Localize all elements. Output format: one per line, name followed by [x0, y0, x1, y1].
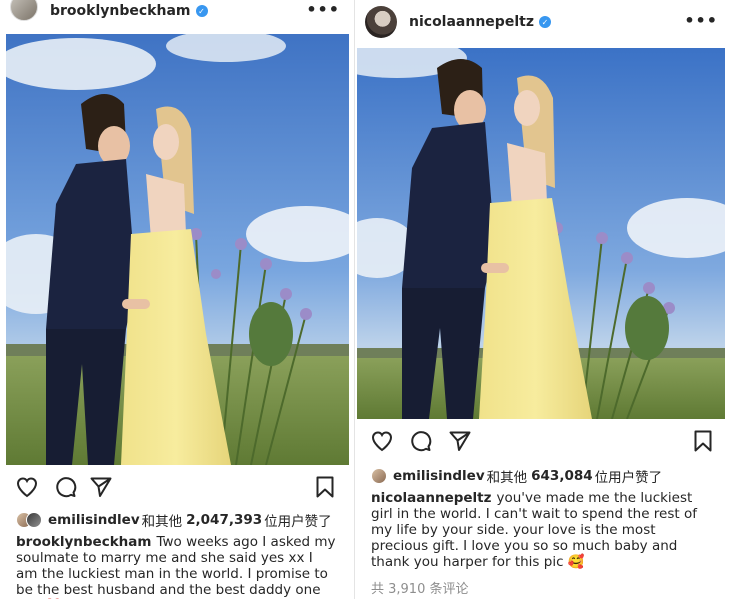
liked-by-user[interactable]: emilisindlev [48, 512, 140, 528]
likes-summary: emilisindlev 和其他 643,084 位用户赞了 [371, 466, 662, 486]
liked-by-user[interactable]: emilisindlev [393, 468, 485, 484]
liker-avatars [371, 468, 387, 484]
heart-icon[interactable] [14, 474, 40, 500]
likes-prefix: 和其他 [141, 514, 183, 530]
share-icon[interactable] [88, 474, 114, 500]
verified-badge-icon: ✓ [195, 5, 208, 17]
bookmark-icon[interactable] [690, 428, 716, 454]
avatar [371, 468, 387, 484]
heart-icon[interactable] [369, 428, 395, 454]
caption-username[interactable]: nicolaannepeltz [371, 490, 492, 506]
comment-icon[interactable] [407, 428, 433, 454]
post-nicola: nicolaannepeltz ✓ ••• emilisindlev 和其他 6… [354, 0, 730, 599]
post-photo[interactable] [6, 34, 349, 465]
caption-username[interactable]: brooklynbeckham [16, 534, 151, 550]
share-icon[interactable] [447, 428, 473, 454]
post-caption: nicolaannepeltz you've made me the luckie… [371, 490, 716, 570]
username[interactable]: nicolaannepeltz [409, 14, 534, 30]
comment-icon[interactable] [52, 474, 78, 500]
avatar[interactable] [10, 0, 38, 21]
avatar[interactable] [365, 6, 397, 38]
liker-avatars [16, 512, 42, 528]
view-comments-link[interactable]: 共 3,910 条评论 [371, 578, 468, 597]
post-actions [0, 474, 352, 504]
likes-count[interactable]: 643,084 [531, 468, 593, 484]
post-header: nicolaannepeltz ✓ ••• [355, 0, 730, 44]
post-actions [355, 428, 730, 458]
post-photo[interactable] [357, 48, 725, 419]
post-header: brooklynbeckham ✓ ••• [0, 0, 352, 22]
more-icon[interactable]: ••• [306, 0, 340, 19]
avatar [26, 512, 42, 528]
likes-suffix: 位用户赞了 [594, 470, 663, 486]
more-icon[interactable]: ••• [684, 11, 718, 30]
bookmark-icon[interactable] [312, 474, 338, 500]
post-brooklyn: brooklynbeckham ✓ ••• emilisindlev 和其他 2… [0, 0, 352, 599]
username[interactable]: brooklynbeckham [50, 3, 191, 19]
likes-suffix: 位用户赞了 [264, 514, 332, 530]
likes-prefix: 和其他 [486, 470, 528, 486]
likes-count[interactable]: 2,047,393 [186, 512, 262, 528]
post-caption: brooklynbeckham Two weeks ago I asked my … [16, 534, 336, 599]
verified-badge-icon: ✓ [538, 16, 551, 28]
likes-summary: emilisindlev 和其他 2,047,393 位用户赞了 [16, 510, 332, 530]
